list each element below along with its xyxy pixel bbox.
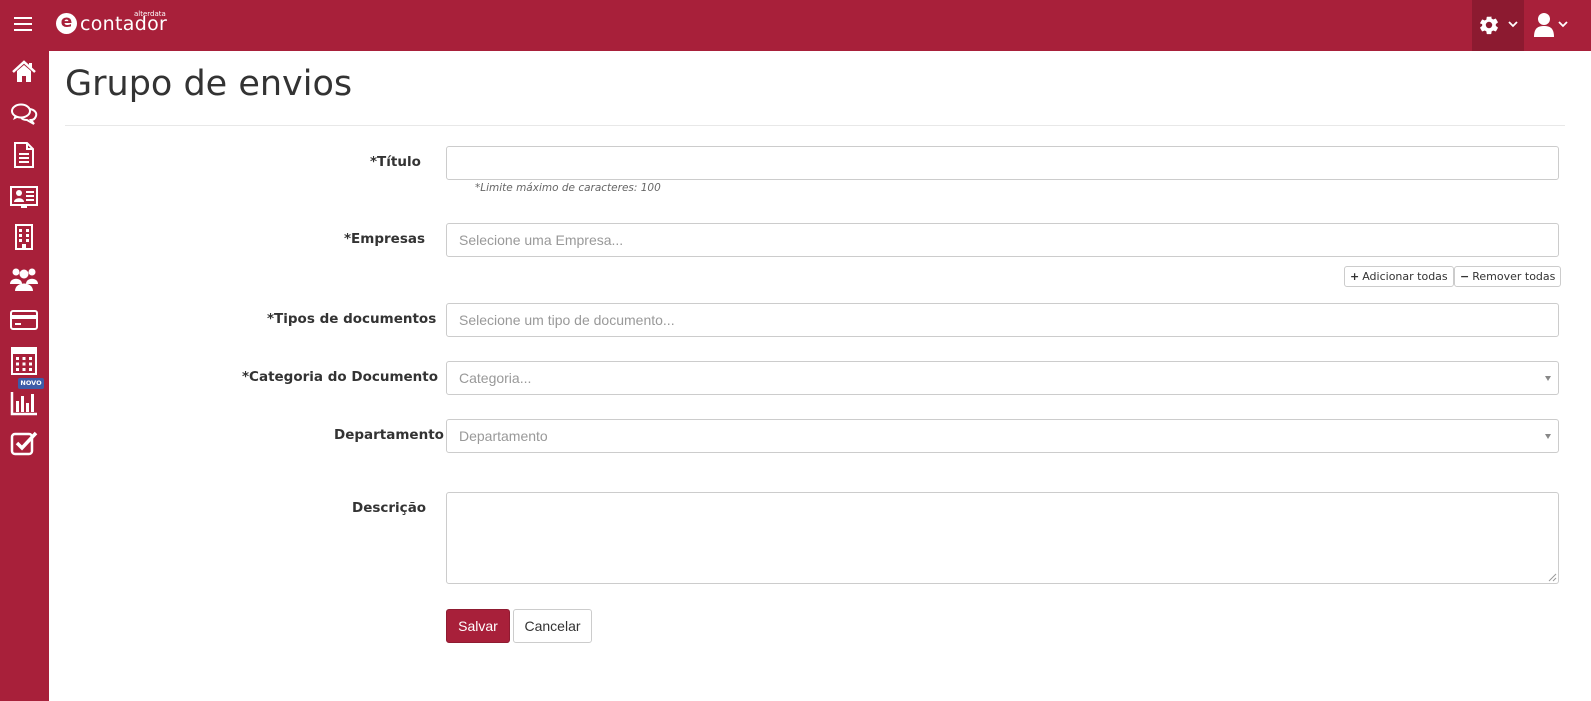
sidebar-item-calculator[interactable] (7, 344, 41, 378)
contact-card-icon (10, 186, 38, 208)
sidebar-item-chat[interactable] (7, 97, 41, 131)
categoria-label: *Categoria do Documento (242, 369, 439, 385)
titulo-input[interactable] (446, 146, 1559, 180)
chevron-down-icon (1508, 21, 1518, 28)
sidebar-item-payments[interactable] (7, 303, 41, 337)
logo-mark: e (56, 13, 77, 34)
menu-icon[interactable] (14, 17, 32, 31)
tipos-select[interactable]: Selecione um tipo de documento... (446, 303, 1559, 337)
checkbox-icon (10, 431, 38, 456)
sidebar-item-tasks[interactable] (7, 426, 41, 460)
calculator-icon (11, 347, 37, 375)
minus-icon: − (1460, 270, 1470, 283)
descricao-label: Descrição (352, 500, 427, 516)
user-menu-button[interactable] (1526, 0, 1591, 51)
chat-icon (11, 103, 38, 125)
chevron-down-icon (1558, 21, 1568, 28)
tipos-label: *Tipos de documentos (267, 311, 437, 327)
descricao-textarea[interactable] (446, 492, 1559, 584)
add-all-button[interactable]: + Adicionar todas (1344, 266, 1454, 287)
categoria-select[interactable]: Categoria... (446, 361, 1559, 395)
sidebar-item-documents[interactable] (7, 138, 41, 172)
building-icon (15, 224, 33, 250)
resize-handle-icon[interactable] (1547, 572, 1557, 582)
divider (65, 125, 1565, 126)
users-icon (10, 268, 38, 291)
titulo-label: *Título (370, 154, 421, 170)
cancel-button[interactable]: Cancelar (513, 609, 592, 643)
sidebar-item-contacts[interactable] (7, 179, 41, 213)
bar-chart-icon (10, 392, 37, 416)
credit-card-icon (10, 310, 38, 330)
top-navbar: e contador alterdata (0, 0, 1591, 51)
remove-all-label: Remover todas (1472, 270, 1556, 283)
gear-icon (1480, 16, 1498, 35)
sidebar-item-companies[interactable] (7, 220, 41, 254)
remove-all-button[interactable]: − Remover todas (1454, 266, 1562, 287)
sidebar-item-users[interactable] (7, 261, 41, 295)
add-all-label: Adicionar todas (1362, 270, 1448, 283)
titulo-hint: *Limite máximo de caracteres: 100 (475, 182, 661, 194)
departamento-label: Departamento (334, 427, 444, 443)
logo-superscript: alterdata (134, 10, 166, 18)
sidebar-item-home[interactable] (7, 55, 41, 89)
plus-icon: + (1350, 270, 1360, 283)
save-button[interactable]: Salvar (446, 609, 510, 643)
sidebar: NOVO (0, 51, 49, 701)
user-icon (1534, 13, 1554, 37)
document-icon (14, 142, 34, 168)
home-icon (12, 60, 36, 82)
empresas-label: *Empresas (344, 231, 426, 247)
settings-menu-button[interactable] (1472, 0, 1524, 51)
page-title: Grupo de envios (65, 64, 353, 104)
empresas-select[interactable]: Selecione uma Empresa... (446, 223, 1559, 257)
sidebar-item-reports[interactable] (7, 385, 41, 419)
departamento-select[interactable]: Departamento (446, 419, 1559, 453)
